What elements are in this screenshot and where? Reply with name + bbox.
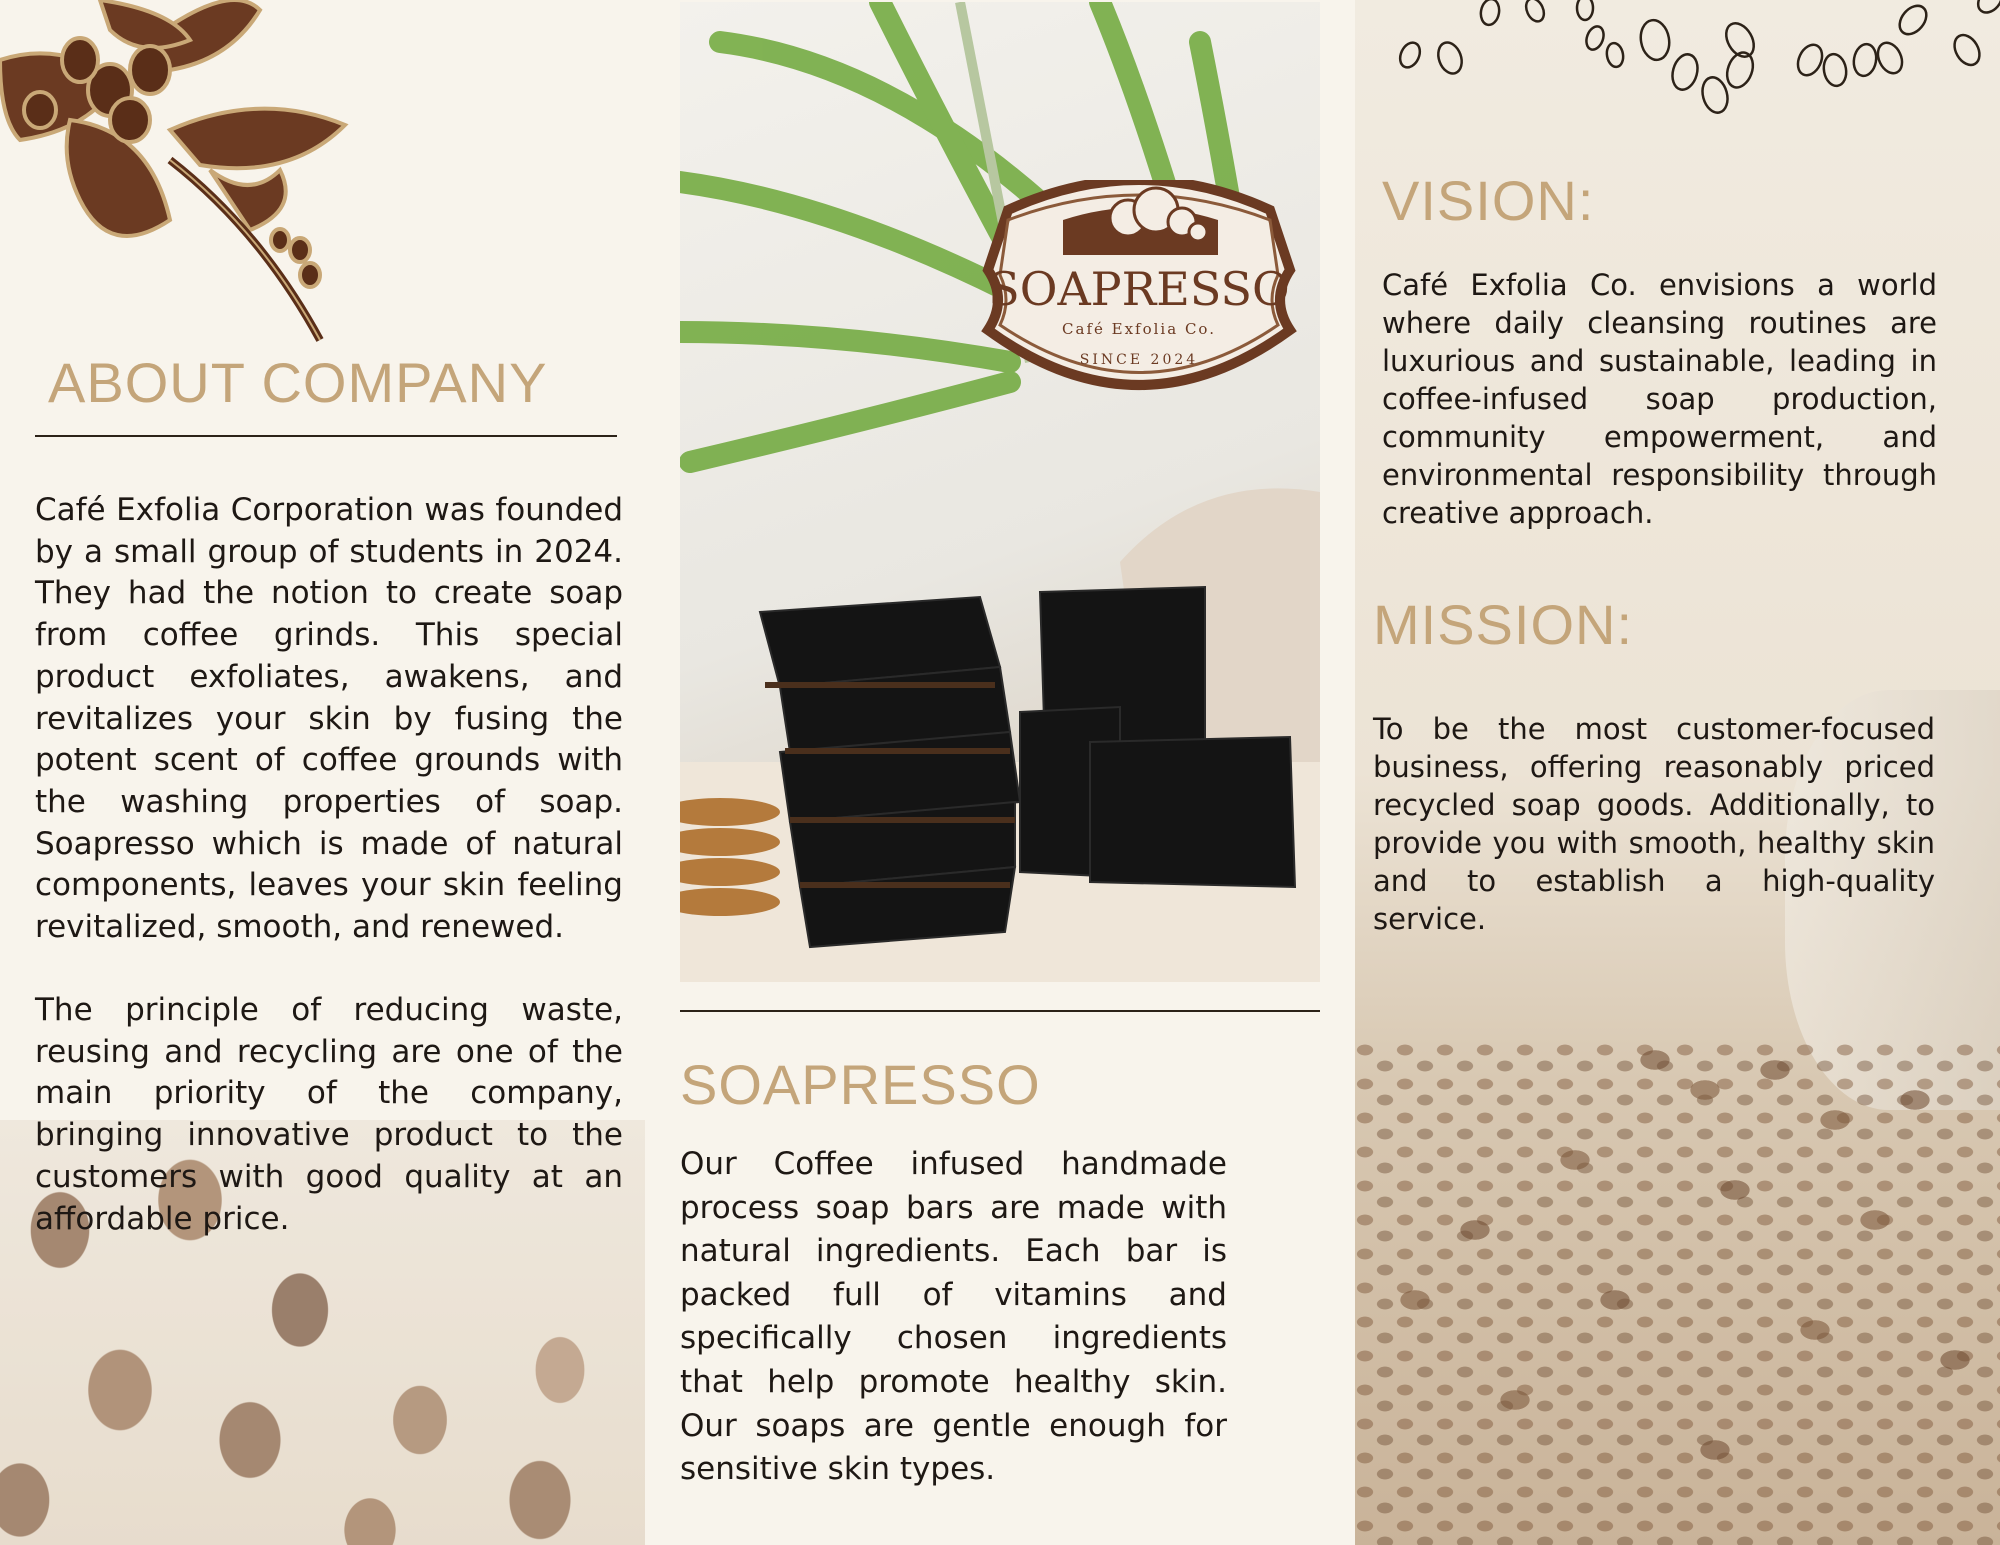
about-heading: ABOUT COMPANY bbox=[48, 351, 548, 414]
product-heading: SOAPRESSO bbox=[680, 1053, 1041, 1116]
brand-logo-subtitle: Café Exfolia Co. bbox=[1062, 320, 1216, 338]
product-paragraph: Our Coffee infused handmade process soap… bbox=[680, 1146, 1227, 1488]
vision-heading: VISION: bbox=[1382, 169, 1595, 232]
about-paragraph-2: The principle of reducing waste, reusing… bbox=[35, 992, 623, 1237]
mission-paragraph: To be the most customer-focused business… bbox=[1373, 712, 1935, 936]
product-divider bbox=[680, 1010, 1320, 1012]
about-paragraph-1: Café Exfolia Corporation was founded by … bbox=[35, 492, 623, 946]
about-divider bbox=[35, 435, 617, 437]
coffee-bean-outline-icon bbox=[1398, 0, 2000, 114]
soap-bars-illustration bbox=[680, 2, 1320, 982]
vision-paragraph: Café Exfolia Co. envisions a world where… bbox=[1382, 268, 1937, 530]
mission-heading: MISSION: bbox=[1373, 593, 1634, 656]
brand-logo-since: SINCE 2024 bbox=[1079, 352, 1199, 368]
brand-logo-name: SOAPRESSO bbox=[988, 262, 1290, 316]
about-panel: ABOUT COMPANY Café Exfolia Corporation w… bbox=[0, 0, 645, 1545]
product-photo bbox=[680, 2, 1320, 982]
vision-mission-panel: VISION: Café Exfolia Co. envisions a wor… bbox=[1355, 0, 2000, 1545]
coffee-branch-illustration bbox=[0, 0, 349, 342]
brand-logo: SOAPRESSO Café Exfolia Co. SINCE 2024 bbox=[978, 180, 1300, 400]
coffee-beans-background bbox=[1355, 1000, 2000, 1545]
